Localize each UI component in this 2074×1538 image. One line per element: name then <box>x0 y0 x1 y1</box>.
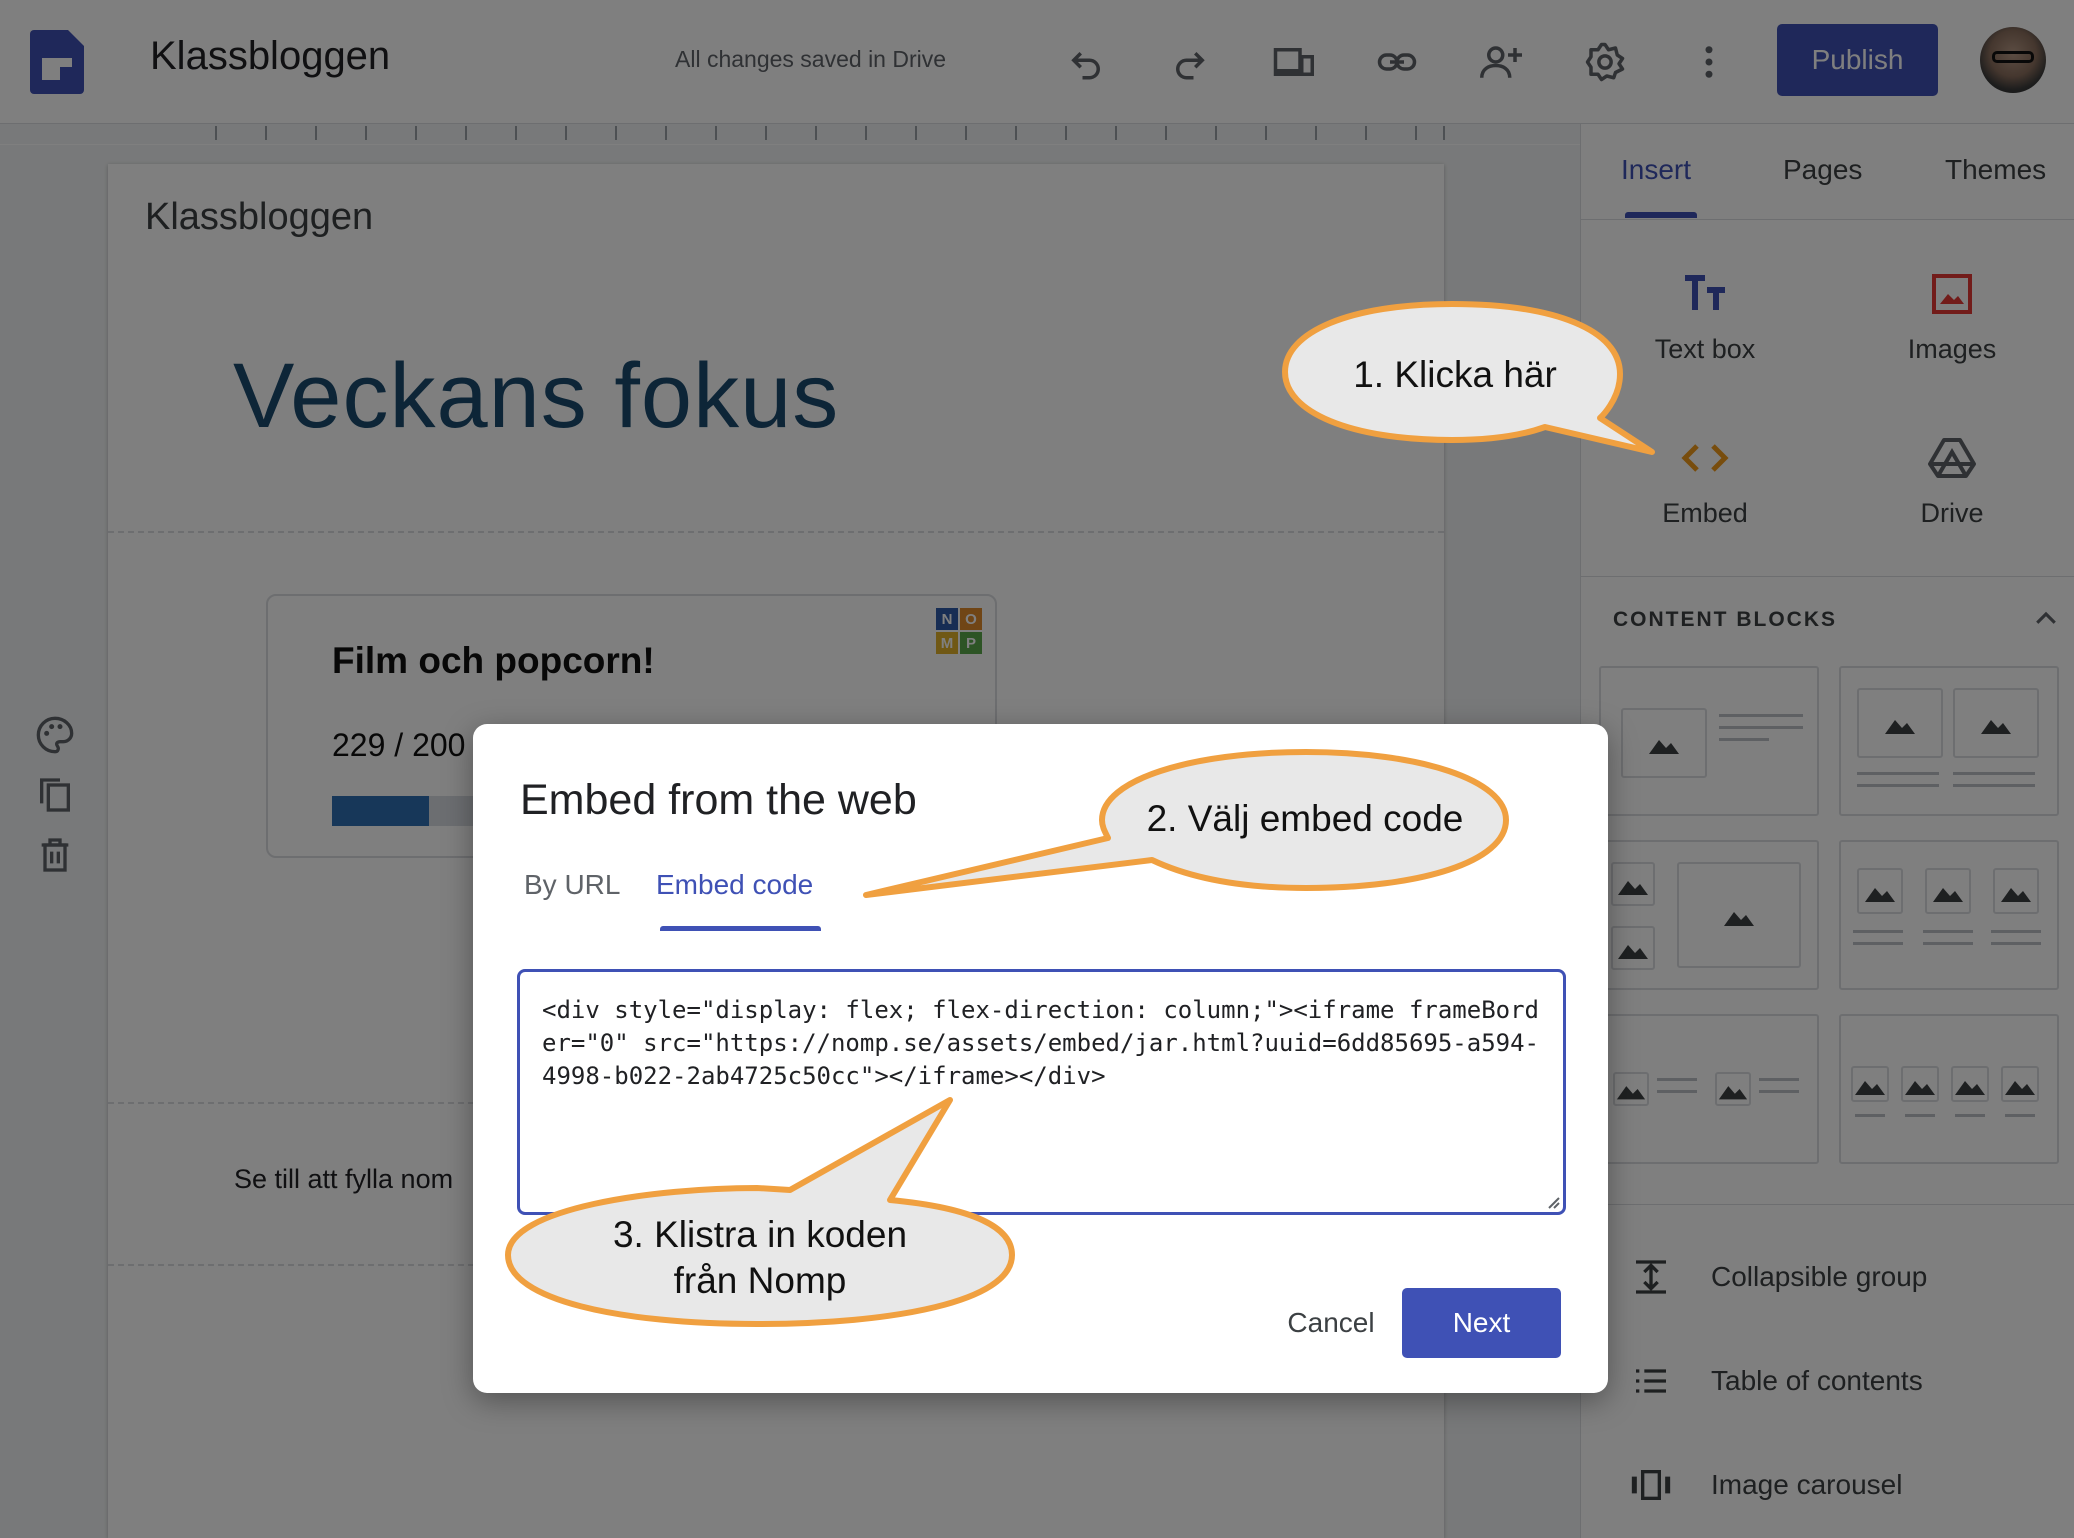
cancel-button[interactable]: Cancel <box>1256 1288 1406 1358</box>
tab-by-url[interactable]: By URL <box>524 869 620 901</box>
next-button[interactable]: Next <box>1402 1288 1561 1358</box>
active-tab-indicator <box>660 926 821 931</box>
dialog-title: Embed from the web <box>520 776 917 824</box>
callout-2-text: 2. Välj embed code <box>1146 798 1464 839</box>
callout-1-text: 1. Klicka här <box>1353 354 1557 395</box>
tab-embed-code[interactable]: Embed code <box>656 869 813 901</box>
callout-3-line-1: 3. Klistra in koden <box>612 1214 908 1255</box>
embed-code-input[interactable]: <div style="display: flex; flex-directio… <box>517 969 1566 1215</box>
callout-3-text: 3. Klistra in koden från Nomp <box>540 1212 980 1304</box>
callout-3-line-2: från Nomp <box>673 1260 847 1301</box>
resize-handle-icon[interactable] <box>1543 1192 1561 1210</box>
